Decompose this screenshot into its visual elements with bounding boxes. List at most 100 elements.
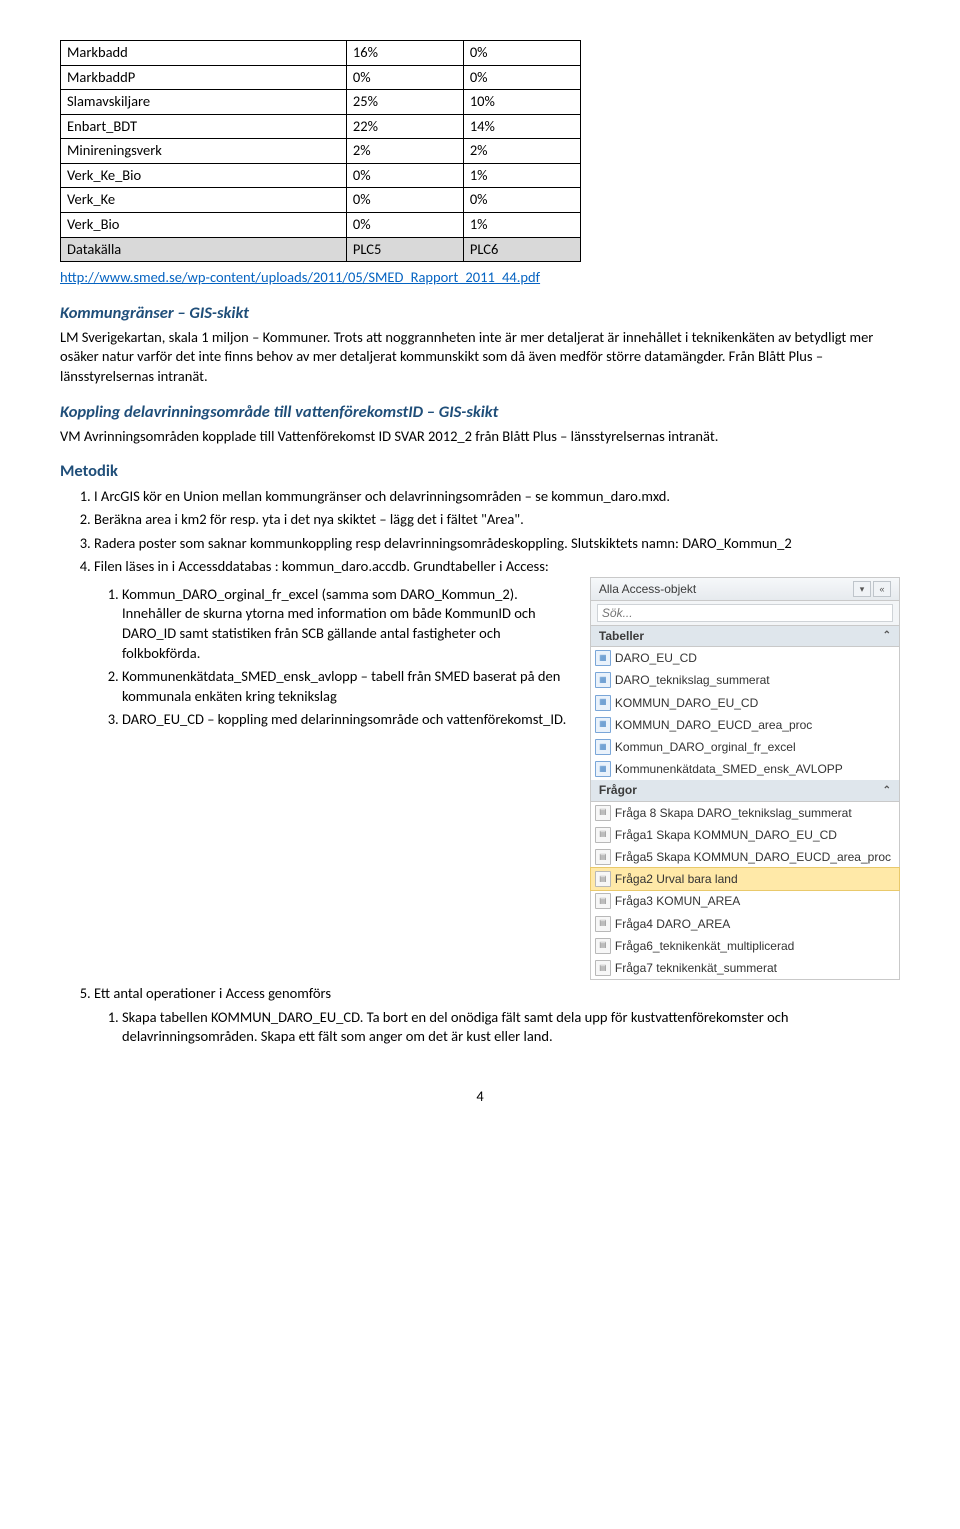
list-item-label: Fråga6_teknikenkät_multiplicerad xyxy=(615,939,794,953)
metodik-item-5-sublist: Skapa tabellen KOMMUN_DARO_EU_CD. Ta bor… xyxy=(94,1008,900,1047)
table-cell: 2% xyxy=(346,139,463,164)
table-row: Verk_Bio0%1% xyxy=(61,212,581,237)
access-group-tables-label: Tabeller xyxy=(599,628,644,644)
access-search-box xyxy=(591,601,899,626)
table-cell: 16% xyxy=(346,41,463,66)
table-icon: ▦ xyxy=(595,717,611,733)
table-icon: ▦ xyxy=(595,739,611,755)
metodik-sub-1: Kommun_DARO_orginal_fr_excel (samma som … xyxy=(122,585,580,663)
access-table-item[interactable]: ▦DARO_EU_CD xyxy=(591,647,899,669)
list-item-label: Fråga1 Skapa KOMMUN_DARO_EU_CD xyxy=(615,828,837,842)
table-cell: 0% xyxy=(346,212,463,237)
table-cell: 0% xyxy=(346,188,463,213)
list-item-label: Fråga4 DARO_AREA xyxy=(615,917,730,931)
metodik-item-2: Beräkna area i km2 för resp. yta i det n… xyxy=(94,510,900,530)
table-cell: 0% xyxy=(463,41,580,66)
table-cell: 2% xyxy=(463,139,580,164)
table-cell: 25% xyxy=(346,90,463,115)
list-item-label: Fråga7 teknikenkät_summerat xyxy=(615,961,777,975)
access-query-item[interactable]: ▤Fråga3 KOMUN_AREA xyxy=(591,890,899,912)
access-query-item[interactable]: ▤ Fråga4 DARO_AREA xyxy=(591,913,899,935)
metodik-item-4: Filen läses in i Accessddatabas : kommun… xyxy=(94,557,900,980)
section-koppling-title: Koppling delavrinningsområde till vatten… xyxy=(60,401,900,423)
query-icon: ▤ xyxy=(595,960,611,976)
table-icon: ▦ xyxy=(595,650,611,666)
table-cell: 0% xyxy=(346,65,463,90)
access-group-tables[interactable]: Tabeller ⌃ xyxy=(591,626,899,647)
page-number: 4 xyxy=(60,1087,900,1107)
section-metodik-title: Metodik xyxy=(60,460,900,482)
access-pane-header: Alla Access-objekt ▾ « xyxy=(591,578,899,601)
metodik-item-4-text: Filen läses in i Accessddatabas : kommun… xyxy=(94,557,549,575)
table-cell: Markbadd xyxy=(61,41,347,66)
access-pane-title: Alla Access-objekt xyxy=(599,581,696,597)
table-row: Verk_Ke_Bio0%1% xyxy=(61,163,581,188)
metodik-item-3: Radera poster som saknar kommunkoppling … xyxy=(94,534,900,554)
metodik-item-4-sublist: Kommun_DARO_orginal_fr_excel (samma som … xyxy=(94,581,580,734)
section-kommungranser-text: LM Sverigekartan, skala 1 miljon – Kommu… xyxy=(60,328,900,387)
list-item-label: Fråga 8 Skapa DARO_teknikslag_summerat xyxy=(615,806,852,820)
table-icon: ▦ xyxy=(595,672,611,688)
metodik-item-1: I ArcGIS kör en Union mellan kommungräns… xyxy=(94,487,900,507)
query-icon: ▤ xyxy=(595,805,611,821)
access-group-queries[interactable]: Frågor ⌃ xyxy=(591,780,899,801)
metodik-list: I ArcGIS kör en Union mellan kommungräns… xyxy=(60,487,900,1047)
table-row: Enbart_BDT22%14% xyxy=(61,114,581,139)
document-link-line: http://www.smed.se/wp-content/uploads/20… xyxy=(60,268,900,288)
access-query-item[interactable]: ▤ Fråga6_teknikenkät_multiplicerad xyxy=(591,935,899,957)
section-kommungranser-title: Kommungränser – GIS-skikt xyxy=(60,302,900,324)
access-query-item[interactable]: ▤ Fråga2 Urval bara land xyxy=(591,868,899,890)
source-link[interactable]: http://www.smed.se/wp-content/uploads/20… xyxy=(60,268,540,286)
table-row: Markbadd16%0% xyxy=(61,41,581,66)
table-icon: ▦ xyxy=(595,761,611,777)
table-cell: PLC6 xyxy=(463,237,580,262)
table-cell: Minireningsverk xyxy=(61,139,347,164)
collapse-group-icon[interactable]: ⌃ xyxy=(883,629,891,643)
access-query-item[interactable]: ▤ Fråga7 teknikenkät_summerat xyxy=(591,957,899,979)
access-search-input[interactable] xyxy=(597,604,893,622)
query-icon: ▤ xyxy=(595,893,611,909)
query-icon: ▤ xyxy=(595,849,611,865)
data-table: Markbadd16%0%MarkbaddP0%0%Slamavskiljare… xyxy=(60,40,581,262)
access-query-item[interactable]: ▤ Fråga5 Skapa KOMMUN_DARO_EUCD_area_proc xyxy=(591,846,899,868)
collapse-group-icon[interactable]: ⌃ xyxy=(883,784,891,798)
table-cell: Enbart_BDT xyxy=(61,114,347,139)
table-row: Slamavskiljare25%10% xyxy=(61,90,581,115)
query-icon: ▤ xyxy=(595,827,611,843)
table-row: Verk_Ke0%0% xyxy=(61,188,581,213)
metodik-item-5: Ett antal operationer i Access genomförs… xyxy=(94,984,900,1047)
collapse-pane-icon[interactable]: « xyxy=(873,581,891,597)
section-koppling-text: VM Avrinningsområden kopplade till Vatte… xyxy=(60,427,900,447)
list-item-label: Kommunenkätdata_SMED_ensk_AVLOPP xyxy=(615,762,843,776)
table-cell: 22% xyxy=(346,114,463,139)
table-cell: Verk_Ke xyxy=(61,188,347,213)
table-icon: ▦ xyxy=(595,695,611,711)
access-table-item[interactable]: ▦Kommun_DARO_orginal_fr_excel xyxy=(591,736,899,758)
query-icon: ▤ xyxy=(595,871,611,887)
list-item-label: Fråga2 Urval bara land xyxy=(615,872,738,886)
access-table-item[interactable]: ▦DARO_teknikslag_summerat xyxy=(591,669,899,691)
table-cell: 0% xyxy=(463,65,580,90)
access-table-item[interactable]: ▦ Kommunenkätdata_SMED_ensk_AVLOPP xyxy=(591,758,899,780)
table-cell: 1% xyxy=(463,212,580,237)
access-table-item[interactable]: ▦ KOMMUN_DARO_EU_CD xyxy=(591,692,899,714)
metodik-item-5-text: Ett antal operationer i Access genomförs xyxy=(94,984,331,1002)
list-item-label: KOMMUN_DARO_EU_CD xyxy=(615,696,758,710)
metodik-sub-2: Kommunenkätdata_SMED_ensk_avlopp – tabel… xyxy=(122,667,580,706)
dropdown-icon[interactable]: ▾ xyxy=(853,581,871,597)
list-item-label: Fråga5 Skapa KOMMUN_DARO_EUCD_area_proc xyxy=(615,850,891,864)
query-icon: ▤ xyxy=(595,938,611,954)
access-table-item[interactable]: ▦KOMMUN_DARO_EUCD_area_proc xyxy=(591,714,899,736)
access-query-item[interactable]: ▤ Fråga1 Skapa KOMMUN_DARO_EU_CD xyxy=(591,824,899,846)
access-query-item[interactable]: ▤ Fråga 8 Skapa DARO_teknikslag_summerat xyxy=(591,802,899,824)
table-cell: 0% xyxy=(346,163,463,188)
query-icon: ▤ xyxy=(595,916,611,932)
table-cell: PLC5 xyxy=(346,237,463,262)
table-cell: Verk_Ke_Bio xyxy=(61,163,347,188)
table-cell: Datakälla xyxy=(61,237,347,262)
access-navigation-pane: Alla Access-objekt ▾ « Tabeller ⌃ ▦DARO_… xyxy=(590,577,900,980)
table-row: DatakällaPLC5PLC6 xyxy=(61,237,581,262)
table-cell: Verk_Bio xyxy=(61,212,347,237)
table-cell: 0% xyxy=(463,188,580,213)
table-cell: 1% xyxy=(463,163,580,188)
